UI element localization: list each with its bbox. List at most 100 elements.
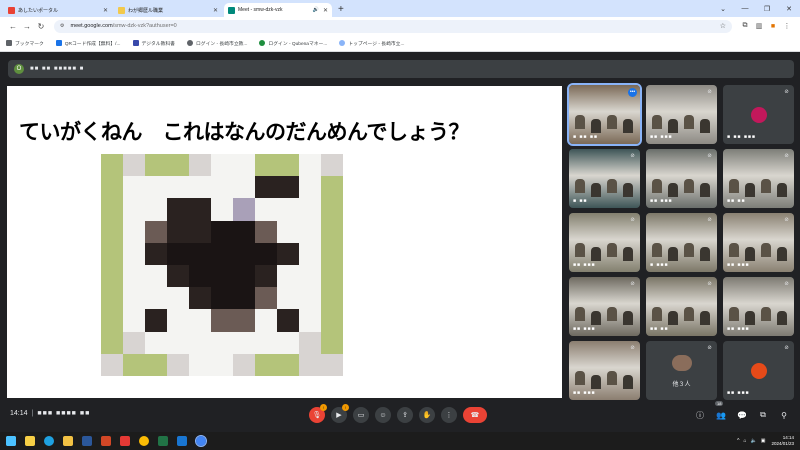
participant-tile[interactable]: ⊘ ■■ ■■■ <box>569 341 640 400</box>
side-panel-icon[interactable]: ▥ <box>752 22 766 30</box>
chrome-active-icon[interactable] <box>194 435 208 447</box>
edge-icon[interactable] <box>42 435 56 447</box>
bookmark-star-icon[interactable]: ☆ <box>720 22 726 30</box>
participant-tile[interactable]: ⊘ ■■ ■■■ <box>723 213 794 272</box>
mosaic-cell <box>321 287 343 310</box>
restore-icon[interactable]: ❐ <box>756 5 778 13</box>
mosaic-cell <box>123 309 145 332</box>
excel-icon[interactable] <box>156 435 170 447</box>
tab-search-icon[interactable]: ⌄ <box>712 5 734 13</box>
participant-tile[interactable]: ⊘ ■■ ■■■ <box>646 149 717 208</box>
participant-tile[interactable]: ⊘ ■■ ■■ <box>646 277 717 336</box>
mosaic-cell <box>321 220 343 243</box>
participant-name: ■■ ■■■ <box>727 326 750 332</box>
mosaic-cell <box>321 331 343 354</box>
browser-tab-portal[interactable]: あしたいポータル ✕ <box>4 3 112 17</box>
bookmark-item[interactable]: ログイン - Qubenaマネー... <box>259 40 327 47</box>
host-controls-button[interactable]: ⚲ <box>776 407 792 423</box>
participant-name: ■■ ■■ <box>650 326 669 332</box>
network-icon[interactable]: ⌂ <box>743 438 746 444</box>
present-button[interactable]: ⇪ <box>397 407 413 423</box>
app-glyph <box>101 436 111 446</box>
powerpoint-icon[interactable] <box>99 435 113 447</box>
participant-tile[interactable]: ⊘ ■■ ■■■ <box>723 341 794 400</box>
captions-button[interactable]: ▭ <box>353 407 369 423</box>
bookmark-item[interactable]: トップページ - 長崎市立... <box>339 40 404 47</box>
file-explorer-icon[interactable] <box>61 435 75 447</box>
mic-muted-icon: ⊘ <box>707 89 712 95</box>
participant-tile[interactable]: ⊘ ■■ ■■■ <box>569 277 640 336</box>
browser-tab-meet[interactable]: Meet - smw-dzk-vzk 🔊 ✕ <box>224 3 332 17</box>
mosaic-cell <box>255 220 277 243</box>
word-icon[interactable] <box>80 435 94 447</box>
mosaic-cell <box>189 198 211 221</box>
taskbar-clock[interactable]: 14:14 2024/01/23 <box>771 435 794 447</box>
bookmark-item[interactable]: ブックマーク <box>6 40 44 47</box>
qr-icon <box>55 40 62 46</box>
mosaic-cell <box>101 265 123 288</box>
bookmark-item[interactable]: QRコード作成【無料】/... <box>55 40 121 47</box>
participant-tile[interactable]: ⊘ ■■ ■■ <box>723 149 794 208</box>
browser-tab-strip: あしたいポータル ✕ わが郷歴ル職業 ✕ Meet - smw-dzk-vzk … <box>0 0 800 17</box>
browser-tab-dictionary[interactable]: わが郷歴ル職業 ✕ <box>114 3 222 17</box>
chevron-up-icon[interactable]: ^ <box>737 438 739 444</box>
camera-button[interactable]: ▶! <box>331 404 349 423</box>
menu-icon[interactable]: ⋮ <box>780 22 794 30</box>
mosaic-cell <box>189 154 211 177</box>
participant-tile[interactable]: ⊘ ■ ■■■ <box>646 213 717 272</box>
chrome-icon[interactable] <box>137 435 151 447</box>
activities-button[interactable]: ⧉ <box>755 407 771 423</box>
more-options-button[interactable]: ⋮ <box>441 407 457 423</box>
mosaic-cell <box>211 198 233 221</box>
reactions-button[interactable]: ☺ <box>375 407 391 423</box>
mosaic-cell <box>145 242 167 265</box>
video-shape <box>745 183 755 197</box>
close-window-icon[interactable]: ✕ <box>778 5 800 13</box>
close-tab-icon[interactable]: ✕ <box>323 7 328 14</box>
raise-hand-button[interactable]: ✋ <box>419 407 435 423</box>
reload-icon[interactable]: ↻ <box>34 22 48 31</box>
volume-icon[interactable]: 🔈 <box>751 438 757 444</box>
mosaic-cell <box>145 353 167 376</box>
close-tab-icon[interactable]: ✕ <box>213 7 218 14</box>
participant-tile[interactable]: ⊘ ■■ ■■■ <box>723 277 794 336</box>
participant-tile[interactable]: ⊘ 他３人 <box>646 341 717 400</box>
windows-start-icon[interactable] <box>4 435 18 447</box>
bookmark-item[interactable]: ログイン - 長崎市立教... <box>186 40 247 47</box>
participant-tile[interactable]: ⊘ ■ ■■ ■■■ <box>723 85 794 144</box>
participant-tile[interactable]: ⊘ ■ ■■ <box>569 149 640 208</box>
url-path: /smw-dzk-vzk?authuser=0 <box>112 23 177 29</box>
new-tab-button[interactable]: + <box>334 3 348 17</box>
participant-tile[interactable]: ••• ■ ■■ ■■ <box>567 83 642 146</box>
more-options-icon[interactable]: ••• <box>628 88 637 97</box>
forward-icon[interactable]: → <box>20 22 34 31</box>
minimize-icon[interactable]: — <box>734 5 756 12</box>
participant-tile[interactable]: ⊘ ■■ ■■■ <box>569 213 640 272</box>
participant-tile[interactable]: ⊘ ■■ ■■■ <box>646 85 717 144</box>
mic-muted-icon: ⊘ <box>630 281 635 287</box>
chat-button[interactable]: 💬 <box>734 407 750 423</box>
microphone-button[interactable]: 🎙! <box>309 404 327 423</box>
notification-icon[interactable]: ▣ <box>761 438 766 444</box>
back-icon[interactable]: ← <box>6 22 20 31</box>
bookmark-item[interactable]: デジタル教科書 <box>132 40 175 47</box>
video-shape <box>652 307 662 321</box>
extensions-icon[interactable]: ⧉ <box>738 22 752 30</box>
mosaic-cell <box>211 242 233 265</box>
address-bar[interactable]: ⚙ meet.google.com /smw-dzk-vzk?authuser=… <box>54 19 732 33</box>
meeting-details-button[interactable]: ⓘ <box>692 407 708 423</box>
video-shape <box>700 119 710 133</box>
people-button[interactable]: 👥 18 <box>713 401 729 423</box>
leave-call-button[interactable]: ☎ <box>463 407 487 423</box>
video-shape <box>777 247 787 261</box>
sticky-notes-icon[interactable] <box>23 435 37 447</box>
app-blue-icon[interactable] <box>175 435 189 447</box>
video-shape <box>575 179 585 193</box>
meeting-info: 14:14 | ■■■ ■■■■ ■■ <box>10 410 90 417</box>
site-info-icon[interactable]: ⚙ <box>60 23 64 29</box>
app-red-icon[interactable] <box>118 435 132 447</box>
speaker-icon[interactable]: 🔊 <box>313 7 319 13</box>
profile-icon[interactable]: ■ <box>766 23 780 30</box>
close-tab-icon[interactable]: ✕ <box>103 7 108 14</box>
video-shape <box>623 311 633 325</box>
